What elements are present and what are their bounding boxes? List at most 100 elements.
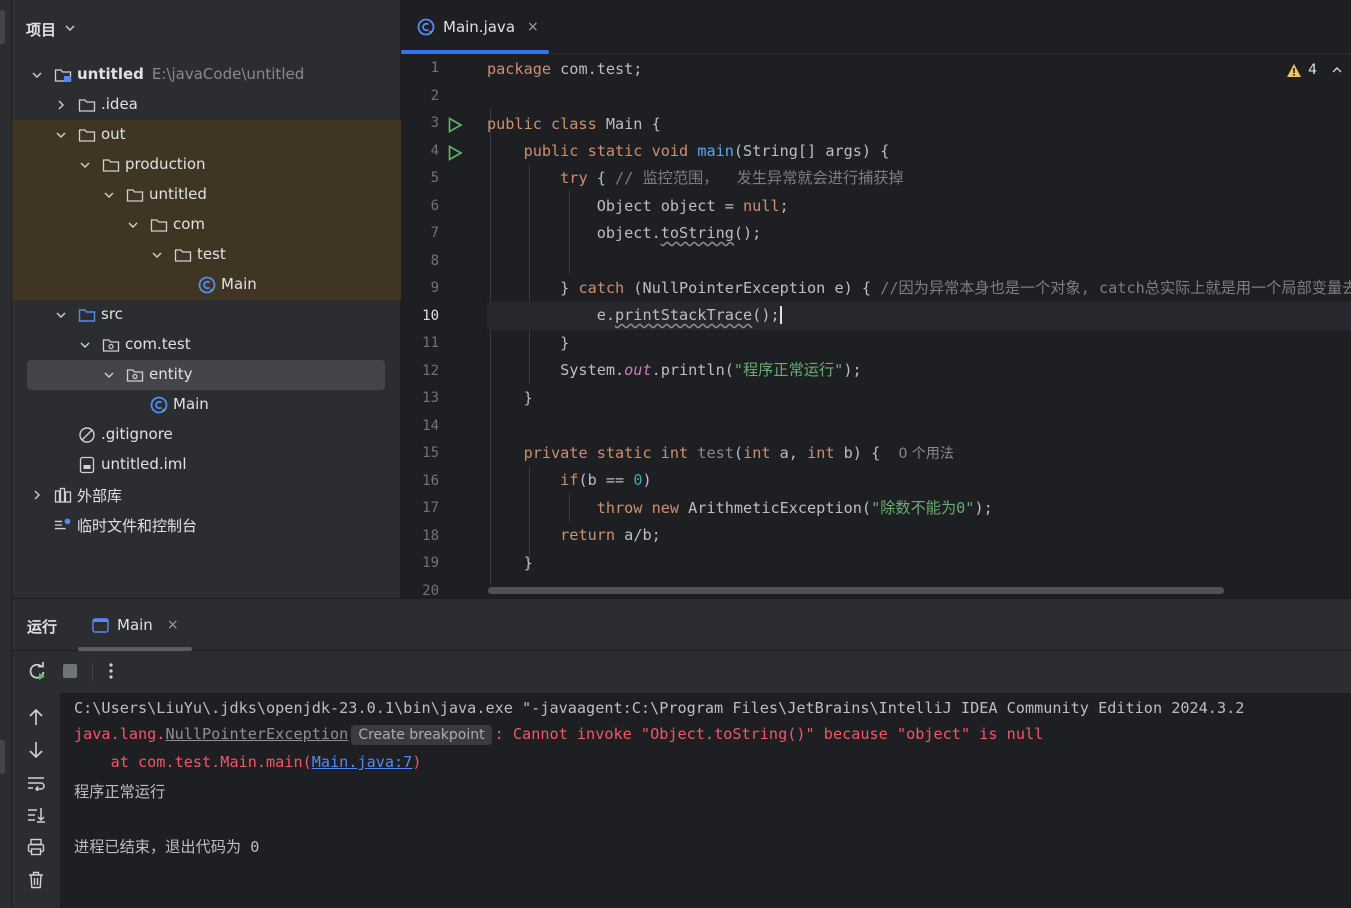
close-icon[interactable]: × [527,19,539,35]
editor-tab-bar: Main.java × [401,0,1351,54]
tool-strip-handle[interactable] [0,740,5,774]
selection-highlight [27,360,385,390]
folder-icon [78,126,96,144]
chevron-down-icon[interactable] [30,68,44,82]
chevron-right-icon[interactable] [30,488,44,502]
run-panel: 运行 Main × C:\Users\LiuYu\.jdks\openjdk-2… [12,598,1351,908]
code-line-current: e.printStackTrace(); [487,302,1351,330]
trash-icon[interactable] [26,870,46,890]
chevron-down-icon[interactable] [78,158,92,172]
exception-link[interactable]: NullPointerException [165,725,348,743]
folder-icon [150,216,168,234]
code-line: try { // 监控范围， 发生异常就会进行捕获掉 [560,169,904,187]
tree-item-label: Main [221,275,257,293]
folder-icon [126,186,144,204]
tree-item-untitled-iml[interactable]: untitled.iml [12,450,401,480]
tab-label: Main.java [443,18,516,36]
line-number: 13 [422,390,439,406]
tab-main-java[interactable]: Main.java × [401,0,549,54]
tree-item-label: untitled.iml [101,455,187,473]
line-number: 4 [430,142,439,159]
rerun-icon[interactable] [27,661,47,681]
chevron-down-icon[interactable] [102,188,116,202]
tree-item-label: untitled E:\javaCode\untitled [77,65,305,83]
line-number: 5 [430,170,439,186]
tree-item-untitled[interactable]: untitled E:\javaCode\untitled [12,60,401,90]
tree-item-src[interactable]: src [12,300,401,330]
chevron-down-icon[interactable] [102,368,116,382]
chevron-down-icon[interactable] [64,22,76,37]
code-line: if(b == 0) [560,471,652,489]
code-line: object.toString(); [487,224,762,242]
line-number: 20 [422,582,439,599]
chevron-up-icon[interactable] [1331,64,1343,76]
horizontal-scrollbar[interactable] [488,587,1224,594]
soft-wrap-icon[interactable] [26,773,46,793]
line-number: 15 [422,445,439,461]
tree-item-out[interactable]: out [12,120,401,150]
print-icon[interactable] [26,837,46,857]
code-line: return a/b; [560,526,661,544]
tree-item-label: .gitignore [101,425,173,443]
module-folder-icon [54,66,72,84]
tree-item-label: 临时文件和控制台 [77,517,198,535]
line-number: 14 [422,417,439,434]
console-output[interactable]: C:\Users\LiuYu\.jdks\openjdk-23.0.1\bin\… [60,693,1351,908]
source-link[interactable]: Main.java:7 [312,753,413,771]
close-icon[interactable]: × [167,617,179,633]
folder-icon [102,156,120,174]
tree-item-main[interactable]: Main [12,270,401,300]
line-gutter: 1 2 3 4 5 6 7 8 9 10 11 12 13 14 15 16 17 18 19 20 [401,54,485,599]
scroll-to-end-icon[interactable] [26,805,46,825]
tree-item-gitignore[interactable]: .gitignore [12,420,401,450]
tree-item-untitled[interactable]: untitled [12,180,401,210]
tree-item-idea[interactable]: .idea [12,90,401,120]
toolbar-separator [92,663,93,681]
chevron-down-icon[interactable] [150,248,164,262]
stop-icon[interactable] [60,661,80,681]
run-gutter-icon[interactable] [447,117,463,133]
scratches-icon [54,516,72,534]
run-side-toolbar [12,693,60,908]
line-number: 9 [430,280,439,296]
run-tab-main[interactable]: Main × [78,599,192,651]
chevron-down-icon[interactable] [54,308,68,322]
run-gutter-icon[interactable] [447,144,463,161]
code-editor: Main.java × 1 2 3 4 5 6 7 8 9 10 11 12 13 14 15 16 17 18 1… [401,0,1351,599]
create-breakpoint-button[interactable]: Create breakpoint [351,725,492,745]
project-panel-header[interactable]: 项目 [12,0,400,58]
code-line: public static void main(String[] args) { [523,142,890,160]
iml-file-icon [78,456,96,474]
tool-strip-handle[interactable] [0,10,5,44]
tree-item-临时文件和控制台[interactable]: 临时文件和控制台 [12,510,401,540]
line-number: 1 [430,60,439,76]
java-class-icon [417,18,435,36]
tree-item-com[interactable]: com [12,210,401,240]
more-options-icon[interactable] [101,661,121,681]
chevron-right-icon[interactable] [54,98,68,112]
line-number: 6 [430,197,439,214]
code-area[interactable]: package com.test; public class Main { pu… [487,54,1351,584]
arrow-down-icon[interactable] [26,740,46,760]
tree-item-外部库[interactable]: 外部库 [12,480,401,510]
tree-item-label: com.test [125,335,191,353]
arrow-up-icon[interactable] [26,707,46,727]
tree-item-com-test[interactable]: com.test [12,330,401,360]
line-number: 8 [430,252,439,269]
java-class-icon [150,396,168,414]
project-panel: 项目 untitled E:\javaCode\untitled .idea out p… [12,0,401,598]
console-exception-line: java.lang.NullPointerException Create bre… [74,725,1044,745]
tree-item-label: com [173,215,206,233]
tree-item-production[interactable]: production [12,150,401,180]
chevron-down-icon[interactable] [78,338,92,352]
run-panel-title: 运行 [27,618,58,636]
inspection-widget[interactable]: 4 [1286,62,1343,78]
tree-item-entity[interactable]: entity [12,360,401,390]
chevron-down-icon[interactable] [126,218,140,232]
tree-item-main[interactable]: Main [12,390,401,420]
warning-icon [1286,63,1302,78]
tree-item-test[interactable]: test [12,240,401,270]
console-command-line: C:\Users\LiuYu\.jdks\openjdk-23.0.1\bin\… [74,699,1245,717]
line-number: 7 [430,225,439,241]
chevron-down-icon[interactable] [54,128,68,142]
